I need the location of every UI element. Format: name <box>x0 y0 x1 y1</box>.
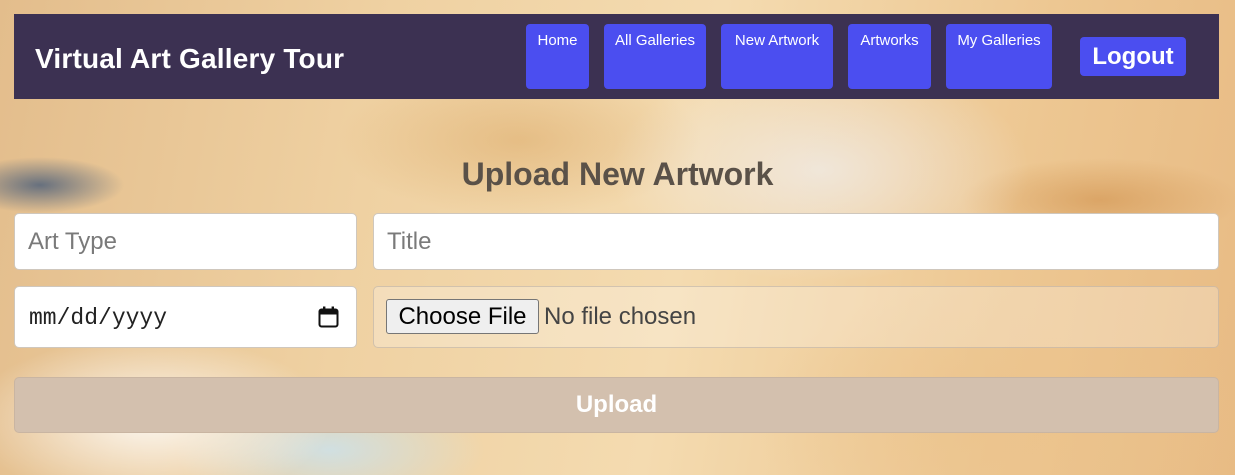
date-input[interactable]: mm/dd/yyyy <box>14 286 357 348</box>
art-type-input[interactable] <box>14 213 357 270</box>
nav-home-button[interactable]: Home <box>526 24 589 89</box>
page-title: Upload New Artwork <box>461 156 774 192</box>
nav-all-galleries-button[interactable]: All Galleries <box>604 24 706 89</box>
choose-file-button[interactable]: Choose File <box>386 299 539 334</box>
site-brand: Virtual Art Gallery Tour <box>35 43 345 74</box>
calendar-icon[interactable] <box>318 306 339 328</box>
top-nav-bar: Virtual Art Gallery Tour Home All Galler… <box>14 14 1219 99</box>
title-input[interactable] <box>373 213 1219 270</box>
nav-my-galleries-button[interactable]: My Galleries <box>946 24 1052 89</box>
file-input: Choose File No file chosen <box>373 286 1219 348</box>
logout-button[interactable]: Logout <box>1080 37 1186 76</box>
date-placeholder: mm/dd/yyyy <box>29 305 168 331</box>
file-status-text: No file chosen <box>544 303 697 330</box>
nav-new-artwork-button[interactable]: New Artwork <box>721 24 833 89</box>
upload-button[interactable]: Upload <box>14 377 1219 433</box>
nav-artworks-button[interactable]: Artworks <box>848 24 931 89</box>
